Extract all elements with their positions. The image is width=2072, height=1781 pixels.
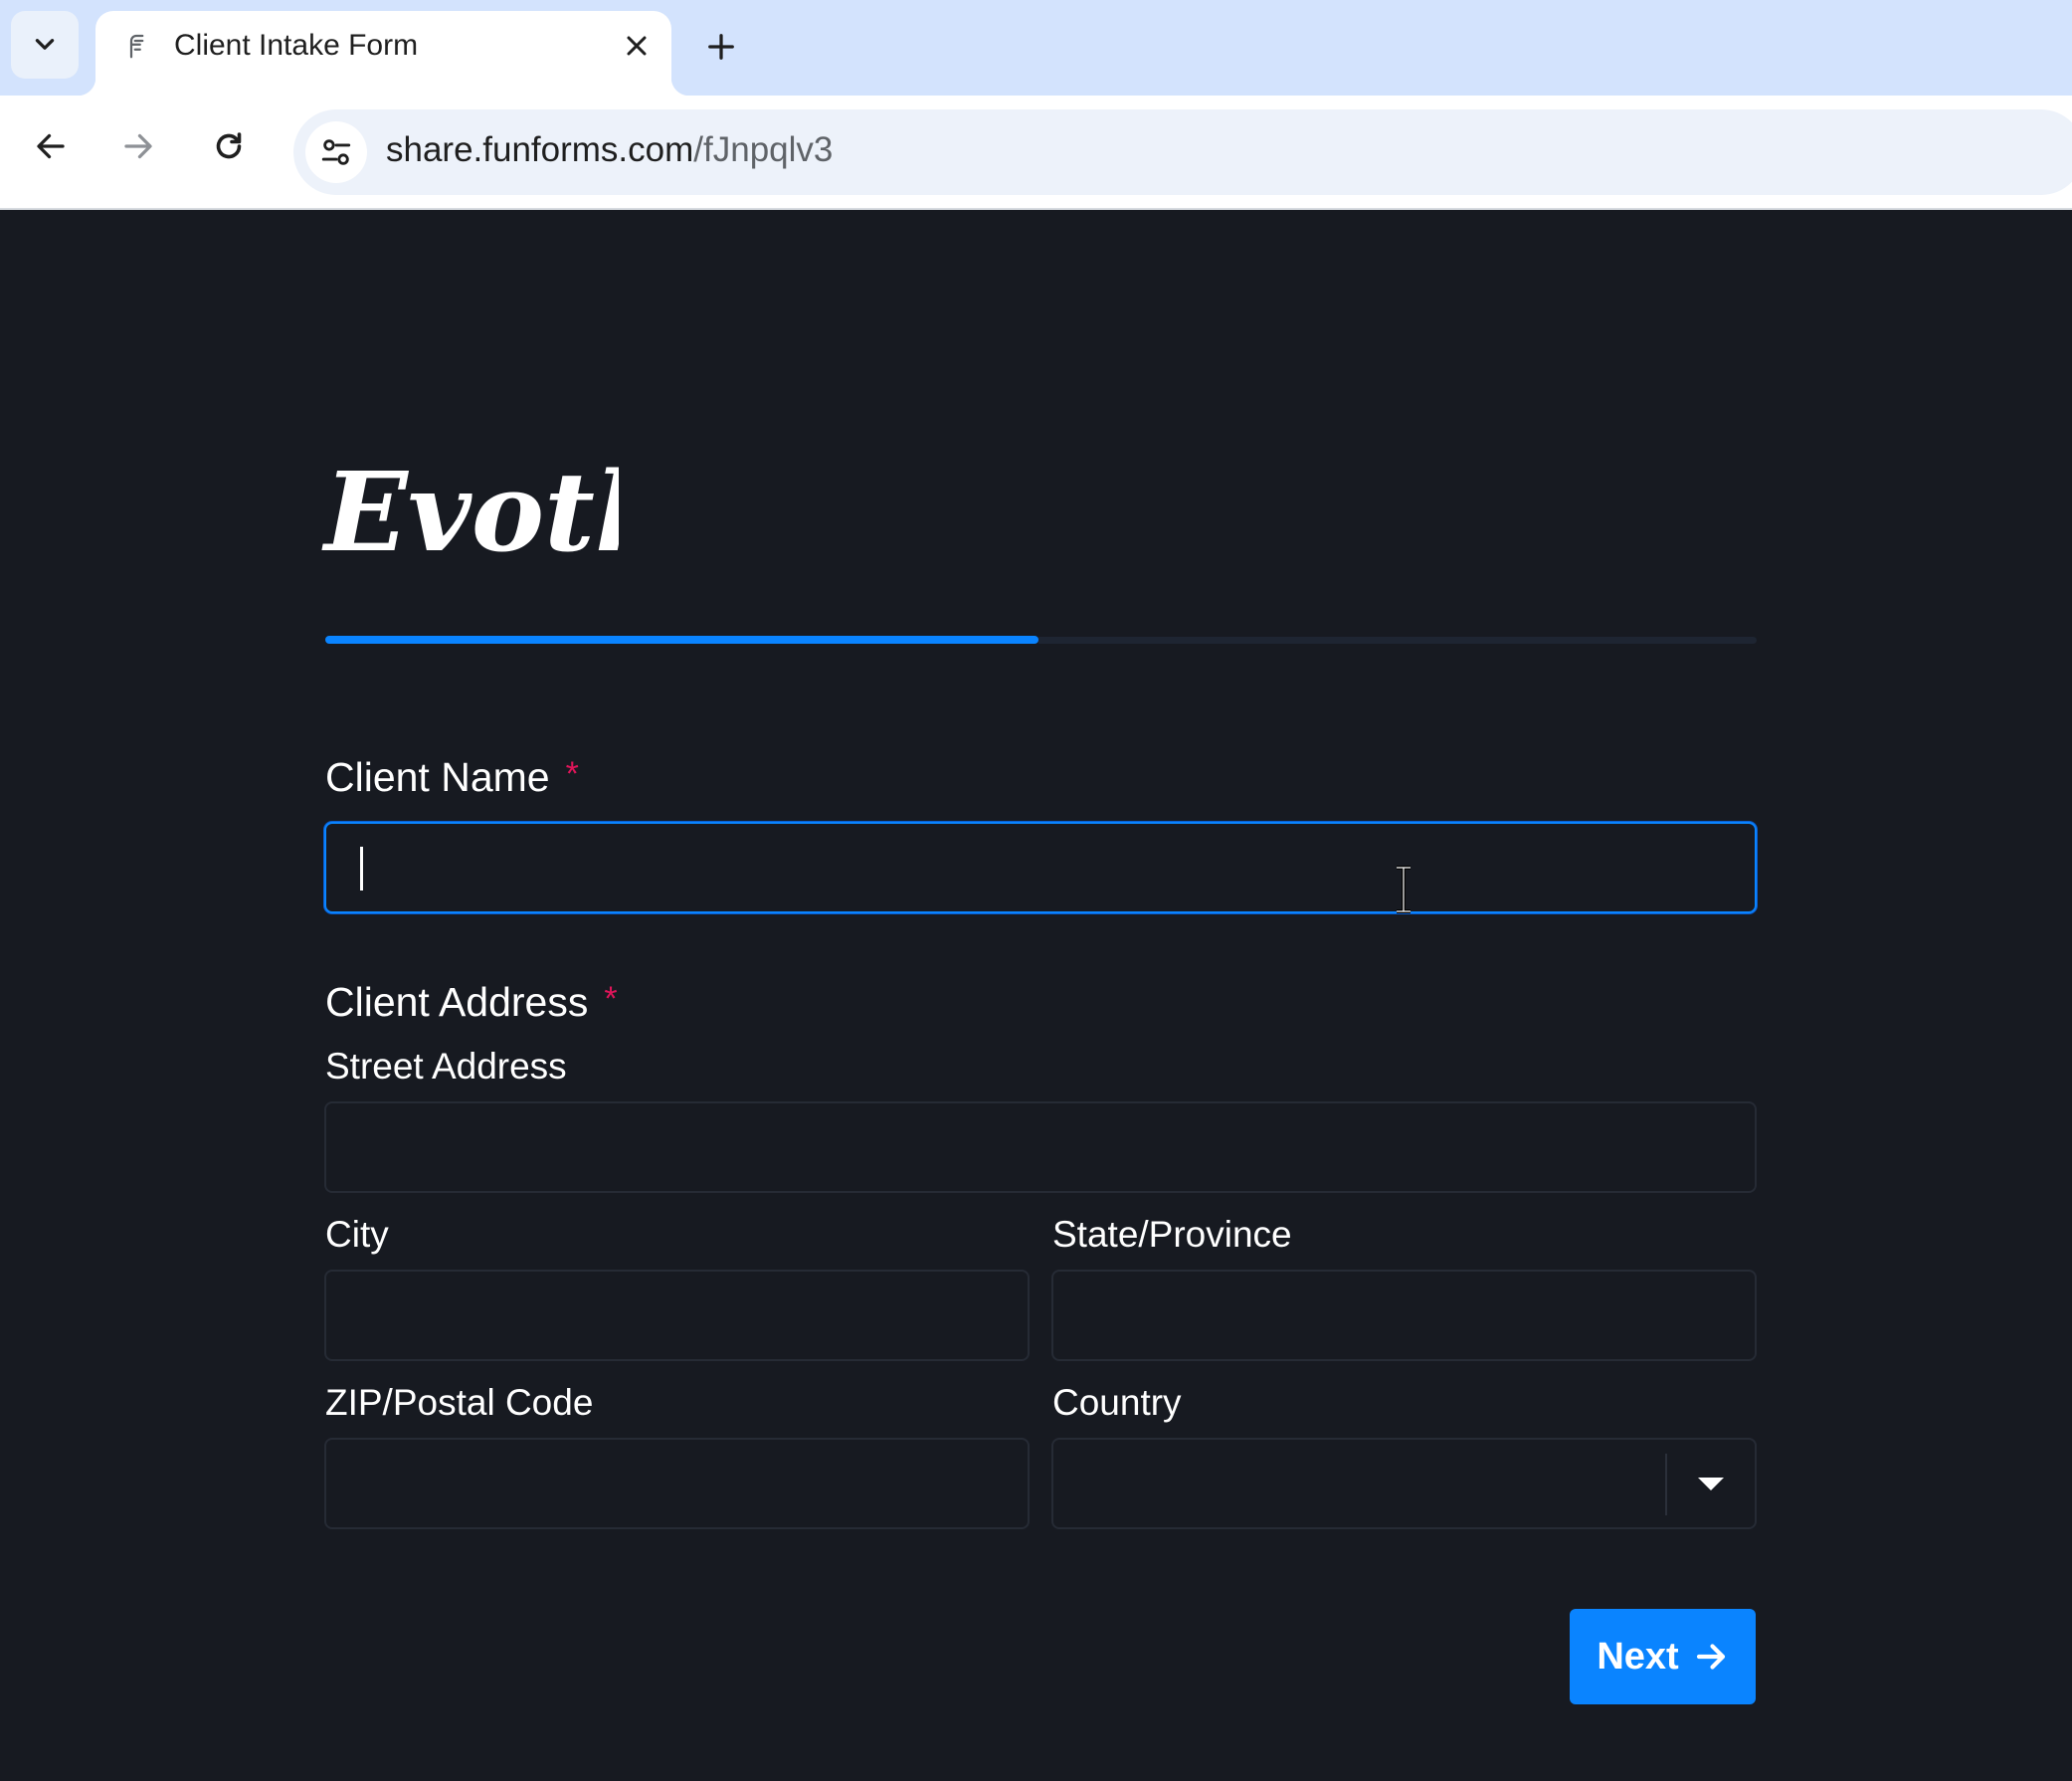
close-icon xyxy=(627,36,647,56)
progress-fill xyxy=(325,636,1038,644)
active-tab[interactable]: Client Intake Form xyxy=(78,11,689,96)
caret-down-icon xyxy=(1698,1478,1724,1490)
forward-button[interactable] xyxy=(113,121,163,171)
brand-logo: Evothe xyxy=(321,451,619,570)
street-address-input[interactable] xyxy=(324,1101,1757,1193)
client-address-label-text: Client Address xyxy=(325,979,589,1025)
country-field[interactable] xyxy=(1053,1440,1755,1527)
street-address-label: Street Address xyxy=(325,1046,567,1087)
required-mark: * xyxy=(565,755,579,793)
client-name-label: Client Name * xyxy=(325,754,579,801)
tab-close-button[interactable] xyxy=(618,27,656,65)
progress-track xyxy=(1036,637,1757,644)
browser-toolbar: share.funforms.com/fJnpqlv3 xyxy=(0,96,2072,210)
city-input[interactable] xyxy=(324,1270,1030,1361)
svg-text:Evothe: Evothe xyxy=(321,451,619,570)
chevron-down-icon xyxy=(35,39,55,50)
next-button-label: Next xyxy=(1597,1635,1679,1678)
client-name-input[interactable] xyxy=(324,822,1757,913)
tab-search-button[interactable] xyxy=(11,11,79,79)
next-button[interactable]: Next xyxy=(1570,1609,1756,1704)
state-province-field[interactable] xyxy=(1053,1272,1755,1359)
country-select[interactable] xyxy=(1051,1438,1757,1529)
client-name-field[interactable] xyxy=(326,824,1755,911)
url-path: /fJnpqlv3 xyxy=(693,130,834,169)
back-button[interactable] xyxy=(26,121,76,171)
reload-button[interactable] xyxy=(204,121,254,171)
site-settings-icon xyxy=(321,139,351,165)
zip-postal-code-field[interactable] xyxy=(326,1440,1028,1527)
country-label: Country xyxy=(1052,1382,1182,1423)
city-field[interactable] xyxy=(326,1272,1028,1359)
state-province-input[interactable] xyxy=(1051,1270,1757,1361)
country-dropdown-toggle[interactable] xyxy=(1667,1440,1755,1527)
tab-title: Client Intake Form xyxy=(174,29,419,62)
text-caret xyxy=(360,847,363,890)
text-cursor-icon xyxy=(1397,866,1411,913)
state-province-label: State/Province xyxy=(1052,1214,1292,1255)
reload-icon xyxy=(216,132,242,159)
url-text[interactable]: share.funforms.com/fJnpqlv3 xyxy=(386,130,833,170)
back-arrow-icon xyxy=(37,133,65,159)
street-address-field[interactable] xyxy=(326,1103,1755,1191)
browser-tabstrip: Client Intake Form xyxy=(0,0,2072,96)
client-address-label: Client Address * xyxy=(325,979,618,1026)
form-page: Evothe Client Name * Client Address * Stre… xyxy=(0,212,2072,1781)
client-name-label-text: Client Name xyxy=(325,754,550,800)
url-host: share.funforms.com xyxy=(386,130,694,169)
plus-icon xyxy=(708,34,734,60)
arrow-right-icon xyxy=(1696,1644,1725,1670)
zip-postal-code-input[interactable] xyxy=(324,1438,1030,1529)
form-favicon-icon xyxy=(129,34,144,59)
site-info-button[interactable] xyxy=(305,121,367,183)
address-bar[interactable]: share.funforms.com/fJnpqlv3 xyxy=(293,109,2072,195)
required-mark: * xyxy=(604,980,618,1018)
new-tab-button[interactable] xyxy=(696,22,746,72)
city-label: City xyxy=(325,1214,389,1255)
zip-postal-code-label: ZIP/Postal Code xyxy=(325,1382,594,1423)
forward-arrow-icon xyxy=(124,133,152,159)
form-progress xyxy=(325,636,1757,644)
